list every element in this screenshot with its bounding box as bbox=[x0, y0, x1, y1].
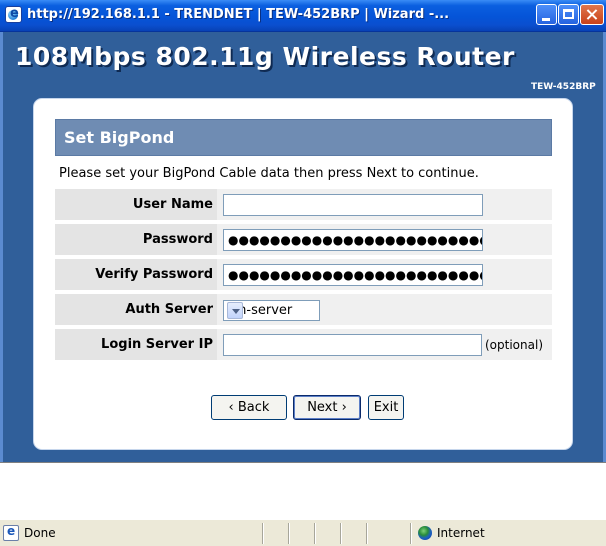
login-server-ip-cell: (optional) bbox=[217, 328, 552, 361]
window-title: http://192.168.1.1 - TRENDNET | TEW-452B… bbox=[27, 7, 450, 22]
status-divider bbox=[340, 523, 341, 544]
wizard-frame: Set BigPond Please set your BigPond Cabl… bbox=[33, 98, 573, 450]
minimize-button[interactable] bbox=[536, 4, 557, 25]
login-server-ip-row: Login Server IP (optional) bbox=[55, 328, 552, 361]
login-server-ip-label: Login Server IP bbox=[55, 328, 217, 361]
verify-password-input[interactable]: ●●●●●●●●●●●●●●●●●●●●●●●●●●● bbox=[223, 264, 483, 286]
login-server-ip-input[interactable] bbox=[223, 334, 482, 356]
status-divider bbox=[366, 523, 367, 544]
password-input[interactable]: ●●●●●●●●●●●●●●●●●●●●●●●●●●● bbox=[223, 229, 483, 251]
auth-server-cell: sm-server bbox=[217, 293, 552, 326]
user-name-input[interactable] bbox=[223, 194, 483, 216]
internet-explorer-icon bbox=[5, 6, 22, 23]
verify-password-label: Verify Password bbox=[55, 258, 217, 291]
user-name-row: User Name bbox=[55, 188, 552, 221]
next-button[interactable]: Next › bbox=[293, 395, 361, 420]
chevron-down-icon[interactable] bbox=[227, 302, 243, 319]
page-bottom-divider bbox=[0, 462, 606, 463]
status-divider bbox=[288, 523, 289, 544]
password-label: Password bbox=[55, 223, 217, 256]
page-status-icon bbox=[3, 524, 19, 541]
verify-password-cell: ●●●●●●●●●●●●●●●●●●●●●●●●●●● bbox=[217, 258, 552, 291]
user-name-label: User Name bbox=[55, 188, 217, 221]
router-page: 108Mbps 802.11g Wireless Router TEW-452B… bbox=[0, 32, 606, 462]
auth-server-row: Auth Server sm-server bbox=[55, 293, 552, 326]
status-divider bbox=[410, 523, 411, 544]
status-text: Done bbox=[24, 526, 56, 540]
bigpond-panel: Set BigPond Please set your BigPond Cabl… bbox=[55, 119, 552, 373]
status-divider bbox=[262, 523, 263, 544]
password-cell: ●●●●●●●●●●●●●●●●●●●●●●●●●●● bbox=[217, 223, 552, 256]
product-title: 108Mbps 802.11g Wireless Router bbox=[15, 42, 515, 71]
exit-button[interactable]: Exit bbox=[368, 395, 404, 420]
password-row: Password ●●●●●●●●●●●●●●●●●●●●●●●●●●● bbox=[55, 223, 552, 256]
internet-globe-icon bbox=[418, 526, 432, 540]
status-bar: Done Internet bbox=[0, 519, 606, 546]
window-title-bar: http://192.168.1.1 - TRENDNET | TEW-452B… bbox=[0, 0, 606, 32]
maximize-button[interactable] bbox=[558, 4, 579, 25]
model-label: TEW-452BRP bbox=[531, 82, 596, 92]
close-button[interactable] bbox=[580, 4, 604, 25]
auth-server-select[interactable]: sm-server bbox=[223, 300, 320, 321]
verify-password-row: Verify Password ●●●●●●●●●●●●●●●●●●●●●●●●… bbox=[55, 258, 552, 291]
panel-title: Set BigPond bbox=[64, 128, 175, 147]
auth-server-label: Auth Server bbox=[55, 293, 217, 326]
panel-header: Set BigPond bbox=[55, 119, 552, 156]
user-name-cell bbox=[217, 188, 552, 221]
optional-hint: (optional) bbox=[485, 338, 543, 352]
button-bar: ‹ Back Next › Exit bbox=[34, 395, 574, 421]
back-button[interactable]: ‹ Back bbox=[211, 395, 287, 420]
status-divider bbox=[314, 523, 315, 544]
security-zone-label: Internet bbox=[437, 526, 485, 540]
instruction-text: Please set your BigPond Cable data then … bbox=[59, 166, 479, 181]
